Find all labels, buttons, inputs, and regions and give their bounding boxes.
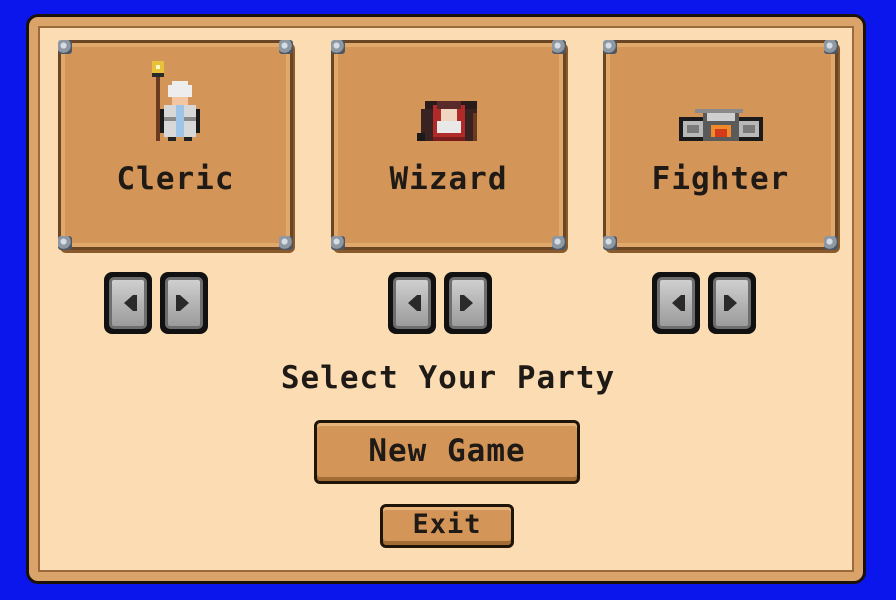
corner-bolt-icon <box>331 236 345 250</box>
corner-bolt-icon <box>552 236 566 250</box>
corner-bolt-icon <box>552 40 566 54</box>
arrow-left-icon <box>671 295 685 311</box>
character-name: Fighter <box>651 161 790 197</box>
fighter-sprite-icon <box>678 109 763 141</box>
new-game-button[interactable]: New Game <box>314 420 580 484</box>
arrow-right-icon <box>723 295 737 311</box>
character-slot-wizard[interactable]: Wizard <box>331 40 566 250</box>
corner-bolt-icon <box>603 236 617 250</box>
next-class-button[interactable] <box>160 272 208 334</box>
corner-bolt-icon <box>331 40 345 54</box>
corner-bolt-icon <box>603 40 617 54</box>
wizard-sprite-icon <box>416 101 477 141</box>
arrow-left-icon <box>407 295 421 311</box>
corner-bolt-icon <box>824 236 838 250</box>
character-slot-fighter[interactable]: Fighter <box>603 40 838 250</box>
class-selector-cleric <box>104 272 208 334</box>
corner-bolt-icon <box>279 40 293 54</box>
next-class-button[interactable] <box>708 272 756 334</box>
class-selector-wizard <box>388 272 492 334</box>
previous-class-button[interactable] <box>104 272 152 334</box>
previous-class-button[interactable] <box>388 272 436 334</box>
arrow-right-icon <box>175 295 189 311</box>
exit-button[interactable]: Exit <box>380 504 514 548</box>
character-slot-cleric[interactable]: Cleric <box>58 40 293 250</box>
character-name: Wizard <box>389 161 508 197</box>
arrow-left-icon <box>123 295 137 311</box>
next-class-button[interactable] <box>444 272 492 334</box>
cleric-sprite-icon <box>151 61 200 141</box>
corner-bolt-icon <box>279 236 293 250</box>
corner-bolt-icon <box>58 40 72 54</box>
previous-class-button[interactable] <box>652 272 700 334</box>
select-party-heading: Select Your Party <box>280 360 616 396</box>
character-name: Cleric <box>116 161 235 197</box>
class-selector-fighter <box>652 272 756 334</box>
corner-bolt-icon <box>824 40 838 54</box>
corner-bolt-icon <box>58 236 72 250</box>
arrow-right-icon <box>459 295 473 311</box>
